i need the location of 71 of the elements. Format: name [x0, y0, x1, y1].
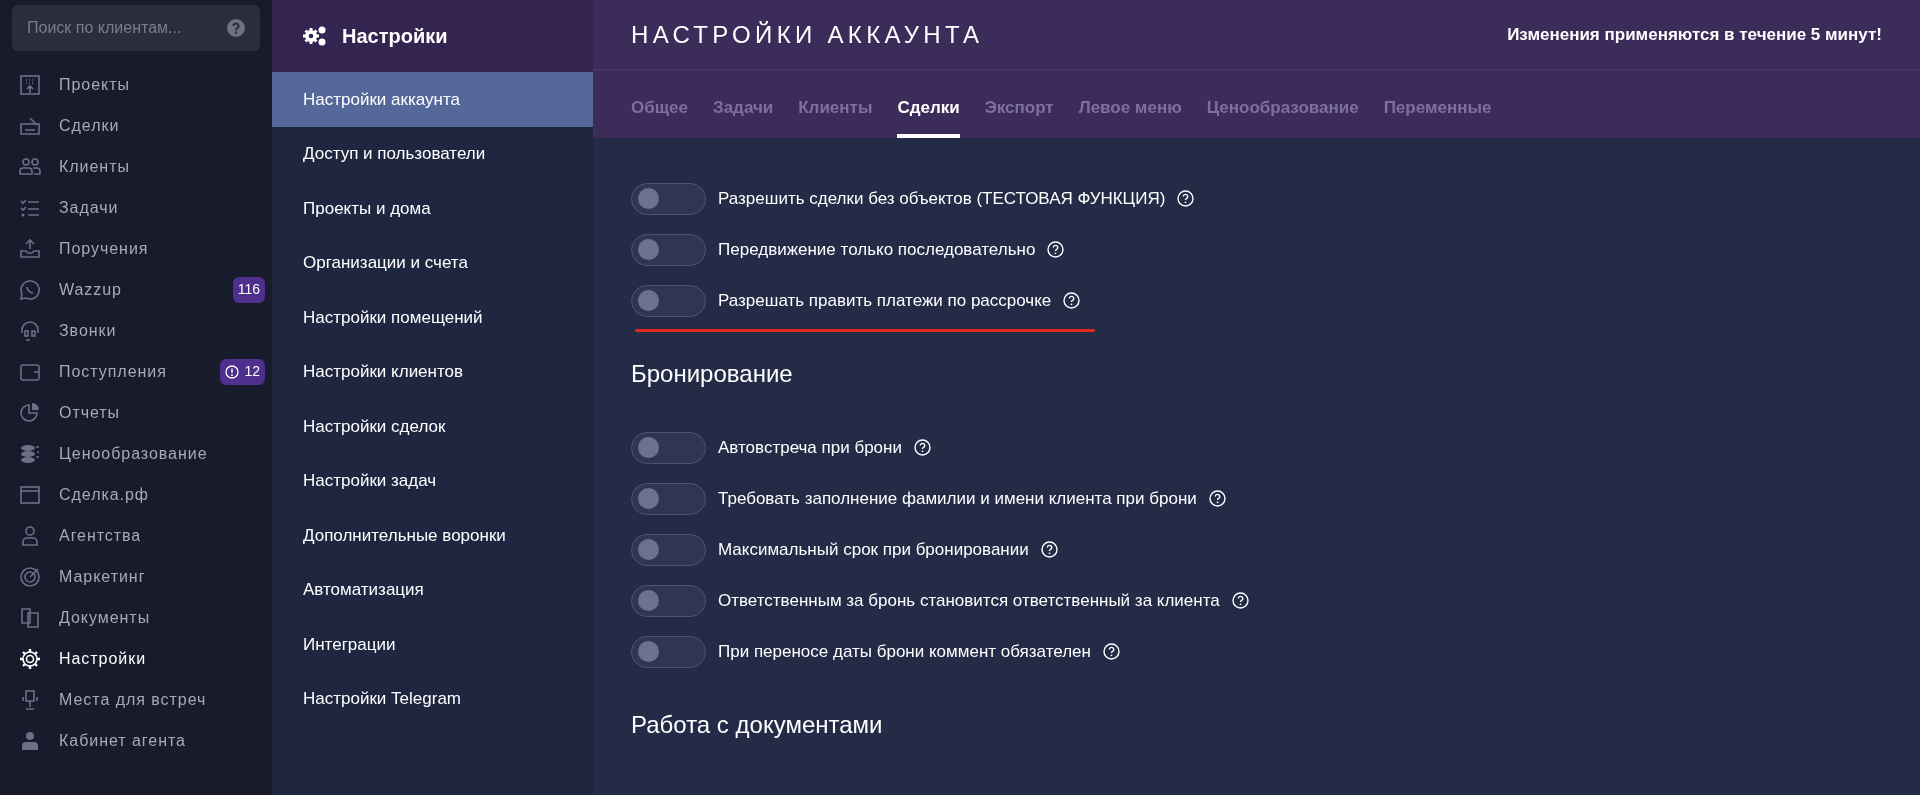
help-icon[interactable]: [1208, 490, 1226, 507]
settings-menu-item[interactable]: Настройки задач: [272, 453, 593, 508]
toggle-switch[interactable]: [631, 635, 706, 668]
help-icon[interactable]: [1063, 292, 1081, 309]
nav-item[interactable]: Клиенты: [0, 146, 272, 187]
help-icon[interactable]: [1047, 241, 1065, 258]
help-icon[interactable]: [1102, 643, 1120, 660]
toggle-label: Передвижение только последовательно: [718, 238, 1036, 261]
section-heading: Работа с документами: [631, 710, 884, 740]
nav-item[interactable]: Отчеты: [0, 392, 272, 433]
toggle-label: Разрешать править платежи по рассрочке: [718, 289, 1052, 312]
settings-menu-item[interactable]: Дополнительные воронки: [272, 508, 593, 563]
settings-menu-item[interactable]: Настройки сделок: [272, 399, 593, 454]
toggle-label: При переносе даты брони коммент обязателен: [718, 640, 1091, 663]
menu-title: Настройки: [342, 24, 448, 49]
nav-item[interactable]: Настройки: [0, 638, 272, 679]
gears-icon: [302, 25, 328, 47]
count-badge: 12: [220, 358, 265, 385]
toggle-label: Ответственным за бронь становится ответственный за клиента: [718, 589, 1220, 612]
help-icon[interactable]: [913, 439, 931, 456]
nav-item[interactable]: Документы: [0, 597, 272, 638]
count-badge: 116: [232, 276, 265, 303]
toggle-switch[interactable]: [631, 431, 706, 464]
nav-item[interactable]: Кабинет агента: [0, 720, 272, 761]
settings-menu-item[interactable]: Настройки помещений: [272, 290, 593, 345]
nav-item[interactable]: Поручения: [0, 228, 272, 269]
toggle-switch[interactable]: [631, 533, 706, 566]
settings-menu-item[interactable]: Настройки клиентов: [272, 344, 593, 399]
toggle-switch[interactable]: [631, 182, 706, 215]
nav-item[interactable]: Поступления 12: [0, 351, 272, 392]
nav-item[interactable]: Агентства: [0, 515, 272, 556]
toggle-switch[interactable]: [631, 233, 706, 266]
notice-text: Изменения применяются в течение 5 минут!: [1507, 23, 1882, 46]
toggle-switch[interactable]: [631, 284, 706, 317]
nav-item[interactable]: Маркетинг: [0, 556, 272, 597]
headset-icon: [18, 318, 42, 343]
toggle-label: Требовать заполнение фамилии и имени клиента при брони: [718, 487, 1197, 510]
help-icon[interactable]: [1040, 541, 1058, 558]
settings-menu-item[interactable]: Настройки аккаунта: [272, 72, 593, 127]
section-heading: Бронирование: [631, 359, 794, 389]
toggle-switch[interactable]: [631, 584, 706, 617]
page-title: НАСТРОЙКИ АККАУНТА: [631, 19, 984, 50]
upload-tray-icon: [18, 236, 42, 261]
toggle-label: Автовстреча при брони: [718, 436, 902, 459]
settings-menu-item[interactable]: Автоматизация: [272, 562, 593, 617]
toggle-label: Максимальный срок при бронировании: [718, 538, 1029, 561]
settings-menu-item[interactable]: Интеграции: [272, 617, 593, 672]
target-icon: [18, 564, 42, 589]
toggle-switch[interactable]: [631, 482, 706, 515]
pie-chart-icon: [18, 400, 42, 425]
search-field[interactable]: Поиск по клиентам...: [12, 5, 260, 51]
settings-icon: [18, 646, 42, 671]
nav-item[interactable]: Звонки: [0, 310, 272, 351]
nav-item[interactable]: Задачи: [0, 187, 272, 228]
building-icon: [18, 72, 42, 97]
nav-item[interactable]: Ценообразование: [0, 433, 272, 474]
nav-item[interactable]: Сделки: [0, 105, 272, 146]
nav-item[interactable]: Места для встреч: [0, 679, 272, 720]
nav-item[interactable]: Проекты: [0, 64, 272, 105]
tab[interactable]: Сделки: [897, 94, 960, 138]
documents-icon: [18, 605, 42, 630]
settings-menu-item[interactable]: Настройки Telegram: [272, 671, 593, 726]
nav-item[interactable]: Сделка.рф: [0, 474, 272, 515]
settings-menu-item[interactable]: Доступ и пользователи: [272, 126, 593, 181]
toggle-label: Разрешить сделки без объектов (ТЕСТОВАЯ ФУНКЦИЯ): [718, 187, 1166, 210]
help-icon[interactable]: [1231, 592, 1249, 609]
chat-bubble-icon: [18, 277, 42, 302]
nav-item[interactable]: Wazzup 116: [0, 269, 272, 310]
settings-menu-item[interactable]: Организации и счета: [272, 235, 593, 290]
help-icon[interactable]: [1177, 190, 1195, 207]
settings-menu-item[interactable]: Проекты и дома: [272, 181, 593, 236]
